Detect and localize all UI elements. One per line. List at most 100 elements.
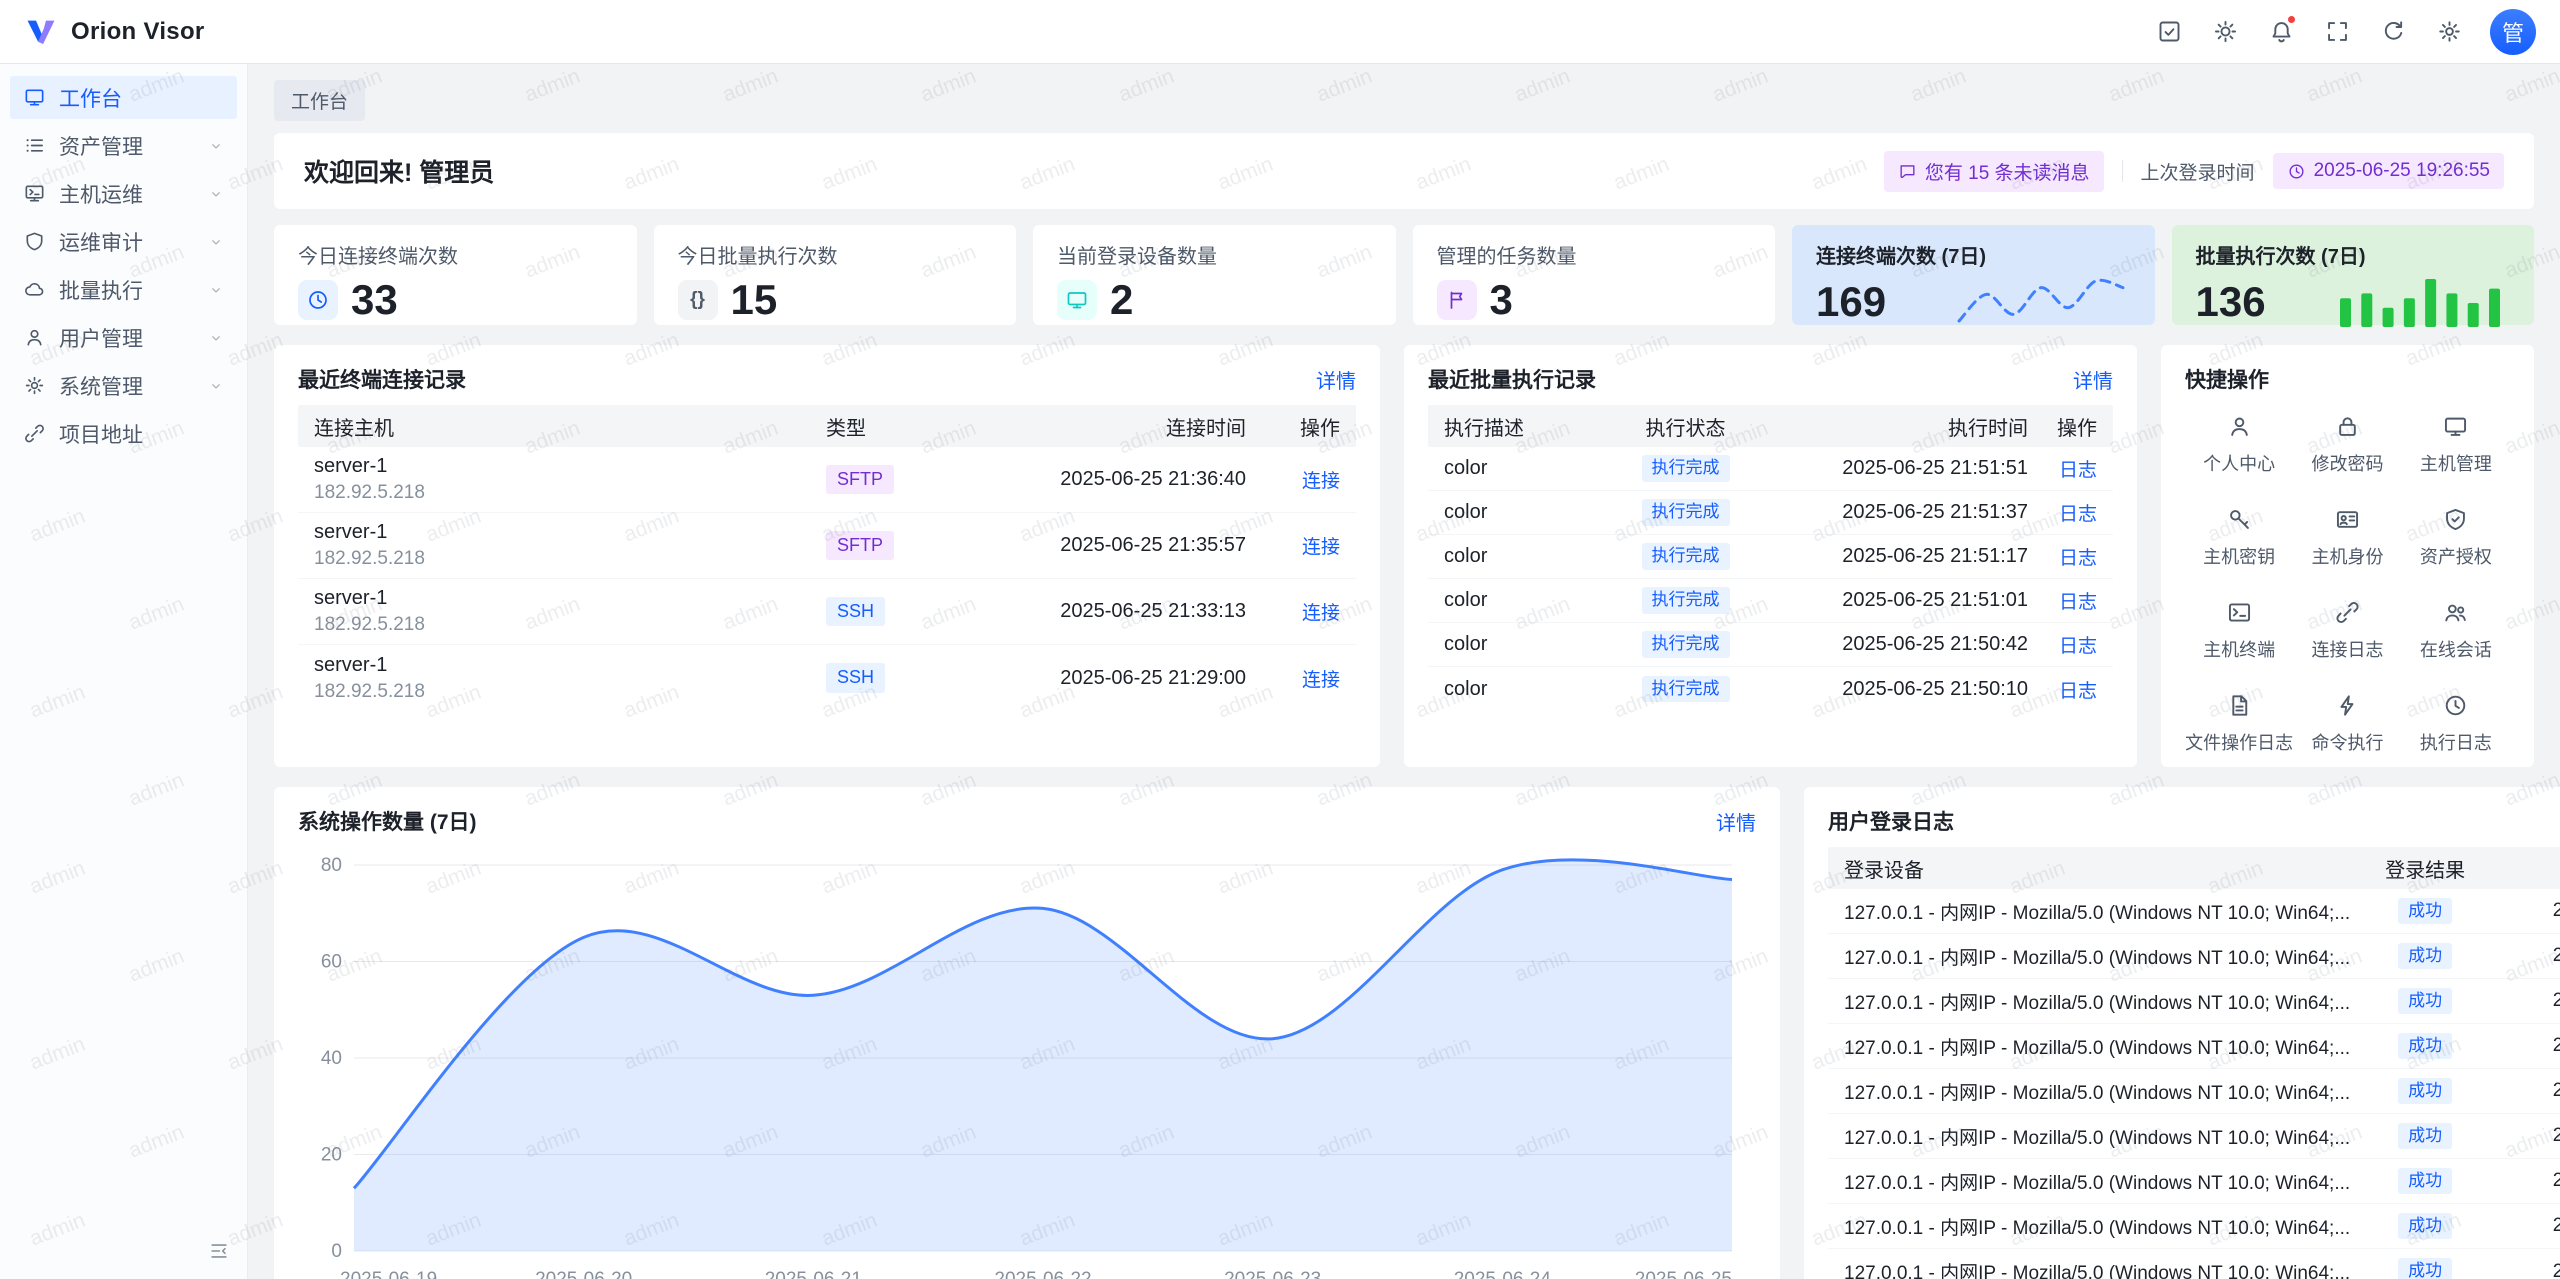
sidebar-item-audit[interactable]: 运维审计 (10, 220, 237, 263)
sidebar-item-workbench[interactable]: 工作台 (10, 76, 237, 119)
sidebar-item-system[interactable]: 系统管理 (10, 364, 237, 407)
quick-action-host-keys[interactable]: 主机密钥 (2185, 506, 2293, 569)
workbench-icon (23, 86, 46, 109)
table-row: color 执行完成 2025-06-25 21:50:42 日志 (1428, 623, 2113, 667)
sidebar-item-label: 运维审计 (59, 227, 143, 257)
login-time: 2025-03-21 23:53:43 (2500, 1261, 2560, 1279)
host-name: server-1 (314, 652, 826, 679)
breadcrumb: 工作台 (274, 80, 2534, 121)
checklist-icon[interactable] (2148, 11, 2190, 53)
quick-action-host-management[interactable]: 主机管理 (2402, 413, 2510, 476)
stat-card-batch-today: 今日批量执行次数 {} 15 (654, 225, 1017, 325)
breadcrumb-tab-workbench[interactable]: 工作台 (274, 80, 365, 121)
quick-action-file-operation-logs[interactable]: 文件操作日志 (2185, 692, 2293, 755)
login-device: 127.0.0.1 - 内网IP - Mozilla/5.0 (Windows … (1828, 1078, 2350, 1105)
log-link[interactable]: 日志 (2059, 460, 2097, 481)
sidebar: 工作台 资产管理 主机运维 运维审计 批量执行 用户管理 系统管理 项目地址 (0, 64, 248, 1279)
quick-action-change-password[interactable]: 修改密码 (2293, 413, 2401, 476)
host-name: server-1 (314, 453, 826, 480)
login-time: 2025-05-29 19:43:57 (2500, 1035, 2560, 1057)
chevron-down-icon (208, 330, 224, 346)
login-time: 2025-06-06 16:08:17 (2500, 945, 2560, 967)
exec-description: color (1428, 501, 1598, 524)
svg-text:2025-06-25: 2025-06-25 (1635, 1269, 1732, 1279)
login-time: 2025-03-29 17:42:50 (2500, 1125, 2560, 1147)
connect-time: 2025-06-25 21:35:57 (976, 534, 1246, 557)
table-row: 127.0.0.1 - 内网IP - Mozilla/5.0 (Windows … (1828, 1204, 2560, 1249)
exec-details-link[interactable]: 详情 (2073, 365, 2113, 394)
quick-action-exec-logs[interactable]: 执行日志 (2402, 692, 2510, 755)
table-header: 登录设备 登录结果 登录时间 (1828, 847, 2560, 889)
sidebar-collapse-button[interactable] (201, 1233, 237, 1269)
log-link[interactable]: 日志 (2059, 636, 2097, 657)
sidebar-item-assets[interactable]: 资产管理 (10, 124, 237, 167)
topbar: Orion Visor 管 (0, 0, 2560, 64)
connect-link[interactable]: 连接 (1302, 670, 1340, 691)
stat-card-batch-7d: 批量执行次数 (7日) 136 (2172, 225, 2535, 325)
clock-icon (298, 280, 338, 320)
shield-icon (23, 230, 46, 253)
host-ip: 182.92.5.218 (314, 612, 826, 638)
sidebar-item-batch-exec[interactable]: 批量执行 (10, 268, 237, 311)
settings-gear-icon[interactable] (2428, 11, 2470, 53)
table-row: server-1 182.92.5.218 SSH 2025-06-25 21:… (298, 645, 1356, 711)
quick-action-asset-authorization[interactable]: 资产授权 (2402, 506, 2510, 569)
refresh-icon[interactable] (2372, 11, 2414, 53)
quick-action-host-identity[interactable]: 主机身份 (2293, 506, 2401, 569)
exec-status-tag: 执行完成 (1642, 676, 1730, 702)
terminal-details-link[interactable]: 详情 (1316, 365, 1356, 394)
sidebar-item-users[interactable]: 用户管理 (10, 316, 237, 359)
log-link[interactable]: 日志 (2059, 504, 2097, 525)
braces-icon: {} (678, 280, 718, 320)
host-monitor-icon (23, 182, 46, 205)
gear-icon (23, 374, 46, 397)
svg-text:2025-06-23: 2025-06-23 (1224, 1269, 1321, 1279)
stat-value: 3 (1490, 279, 1513, 321)
sidebar-item-project-url[interactable]: 项目地址 (10, 412, 237, 455)
table-row: server-1 182.92.5.218 SFTP 2025-06-25 21… (298, 513, 1356, 579)
quick-action-personal-center[interactable]: 个人中心 (2185, 413, 2293, 476)
message-icon (1898, 162, 1917, 181)
quick-action-command-exec[interactable]: 命令执行 (2293, 692, 2401, 755)
login-result-tag: 成功 (2398, 898, 2452, 924)
sidebar-item-label: 工作台 (59, 83, 122, 113)
terminal-connections-panel: 最近终端连接记录 详情 连接主机 类型 连接时间 操作 server-1 182… (274, 345, 1380, 767)
protocol-tag: SFTP (826, 465, 894, 495)
svg-text:20: 20 (321, 1145, 342, 1166)
connect-link[interactable]: 连接 (1302, 537, 1340, 558)
chart-details-link[interactable]: 详情 (1716, 807, 1756, 836)
user-avatar[interactable]: 管 (2490, 9, 2536, 55)
log-link[interactable]: 日志 (2059, 681, 2097, 702)
flag-icon (1437, 280, 1477, 320)
notifications-bell-icon[interactable] (2260, 11, 2302, 53)
login-result-tag: 成功 (2398, 1123, 2452, 1149)
log-link[interactable]: 日志 (2059, 548, 2097, 569)
connect-link[interactable]: 连接 (1302, 471, 1340, 492)
exec-description: color (1428, 633, 1598, 656)
sidebar-item-host-ops[interactable]: 主机运维 (10, 172, 237, 215)
table-row: 127.0.0.1 - 内网IP - Mozilla/5.0 (Windows … (1828, 1249, 2560, 1279)
theme-sun-icon[interactable] (2204, 11, 2246, 53)
connect-link[interactable]: 连接 (1302, 603, 1340, 624)
log-link[interactable]: 日志 (2059, 592, 2097, 613)
id-card-icon (2334, 506, 2361, 533)
user-icon (23, 326, 46, 349)
quick-action-online-sessions[interactable]: 在线会话 (2402, 599, 2510, 662)
sidebar-item-label: 用户管理 (59, 323, 143, 353)
login-device: 127.0.0.1 - 内网IP - Mozilla/5.0 (Windows … (1828, 1258, 2350, 1279)
lock-icon (2334, 413, 2361, 440)
exec-description: color (1428, 589, 1598, 612)
fullscreen-icon[interactable] (2316, 11, 2358, 53)
stat-card-terminal-7d: 连接终端次数 (7日) 169 (1792, 225, 2155, 325)
host-ip: 182.92.5.218 (314, 679, 826, 705)
login-device: 127.0.0.1 - 内网IP - Mozilla/5.0 (Windows … (1828, 1033, 2350, 1060)
quick-action-host-terminal[interactable]: 主机终端 (2185, 599, 2293, 662)
unread-messages-tag[interactable]: 您有 15 条未读消息 (1884, 151, 2104, 192)
table-row: 127.0.0.1 - 内网IP - Mozilla/5.0 (Windows … (1828, 1159, 2560, 1204)
panel-title: 快捷操作 (2185, 364, 2269, 394)
quick-action-connection-logs[interactable]: 连接日志 (2293, 599, 2401, 662)
svg-text:2025-06-24: 2025-06-24 (1454, 1269, 1552, 1279)
table-header: 连接主机 类型 连接时间 操作 (298, 405, 1356, 447)
login-result-tag: 成功 (2398, 988, 2452, 1014)
monitor-icon (1057, 280, 1097, 320)
